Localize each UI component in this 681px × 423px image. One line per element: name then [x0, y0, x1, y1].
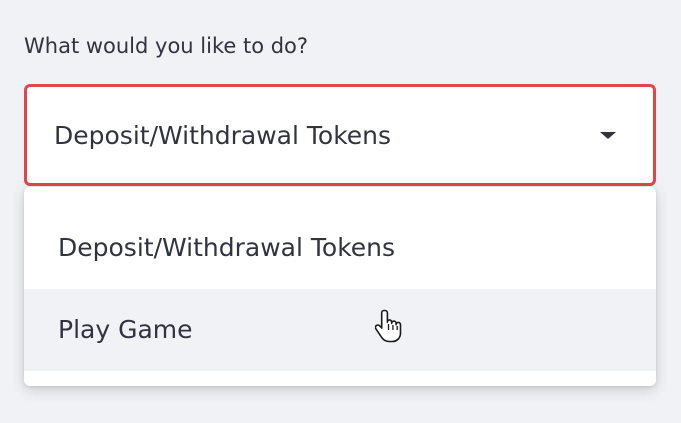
- option-play-game[interactable]: Play Game: [24, 289, 656, 371]
- hand-pointer-icon: [375, 309, 402, 343]
- option-deposit-withdrawal-tokens[interactable]: Deposit/Withdrawal Tokens: [24, 207, 656, 289]
- action-select[interactable]: Deposit/Withdrawal Tokens: [24, 84, 656, 186]
- caret-down-icon[interactable]: [600, 132, 616, 139]
- select-selected-value: Deposit/Withdrawal Tokens: [54, 121, 392, 150]
- question-label: What would you like to do?: [24, 34, 309, 58]
- dropdown-menu: Deposit/Withdrawal Tokens Play Game: [24, 187, 656, 386]
